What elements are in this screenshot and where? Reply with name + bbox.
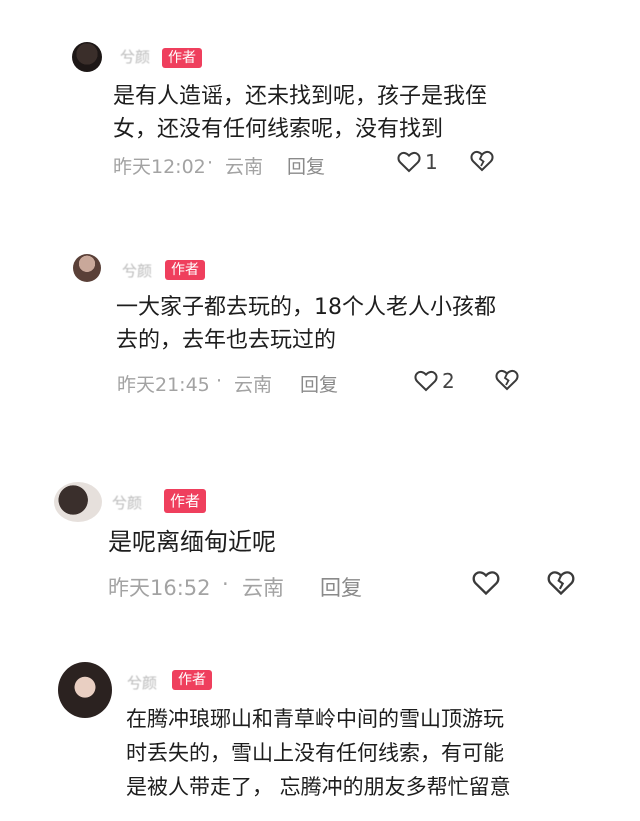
timestamp: 昨天16:52 [108, 576, 211, 600]
heart-outline-icon [414, 370, 438, 392]
comment-list: 兮颜 作者 是有人造谣，还未找到呢，孩子是我侄 女，还没有任何线索呢，没有找到 … [0, 0, 640, 821]
broken-heart-icon[interactable] [470, 150, 494, 172]
comment-text-line: 一大家子都去玩的，18个人老人小孩都 [116, 295, 496, 320]
location: 云南 [242, 576, 284, 600]
meta-separator: · [207, 152, 214, 174]
timestamp: 昨天21:45 [117, 374, 210, 396]
author-badge: 作者 [164, 489, 207, 513]
timestamp: 昨天12:02 [113, 156, 206, 178]
author-badge: 作者 [165, 260, 205, 280]
broken-heart-icon[interactable] [547, 570, 575, 596]
comment-text-line: 是呢离缅甸近呢 [108, 528, 276, 556]
heart-outline-icon [397, 151, 421, 173]
comment-text-line: 是被人带走了， 忘腾冲的朋友多帮忙留意 [126, 775, 511, 799]
comment-item-4: 兮颜 作者 在腾冲琅琊山和青草岭中间的雪山顶游玩 时丢失的，雪山上没有任何线索，… [0, 650, 640, 821]
comment-text: 是有人造谣，还未找到呢，孩子是我侄 女，还没有任何线索呢，没有找到 [113, 80, 487, 146]
like-button[interactable] [472, 570, 504, 596]
location: 云南 [225, 156, 264, 178]
like-count: 1 [425, 150, 438, 174]
avatar[interactable] [73, 254, 101, 282]
avatar[interactable] [72, 42, 102, 72]
comment-text: 一大家子都去玩的，18个人老人小孩都 去的，去年也去玩过的 [116, 291, 496, 357]
heart-outline-icon [472, 570, 500, 596]
avatar[interactable] [58, 662, 112, 718]
avatar[interactable] [54, 482, 102, 522]
meta-separator: · [222, 572, 229, 596]
comment-item-3: 兮颜 作者 是呢离缅甸近呢 昨天16:52 · 云南 回复 [0, 470, 640, 630]
like-button[interactable]: 1 [397, 150, 438, 174]
reply-button[interactable]: 回复 [287, 152, 325, 179]
nickname[interactable]: 兮颜 [127, 672, 157, 693]
comment-text: 在腾冲琅琊山和青草岭中间的雪山顶游玩 时丢失的，雪山上没有任何线索，有可能 是被… [126, 702, 511, 804]
reply-button[interactable]: 回复 [300, 370, 338, 397]
author-badge: 作者 [172, 670, 212, 690]
comment-text-line: 是有人造谣，还未找到呢，孩子是我侄 [113, 84, 488, 109]
like-count: 2 [442, 369, 455, 393]
location: 云南 [234, 374, 273, 396]
broken-heart-icon[interactable] [495, 369, 519, 391]
nickname[interactable]: 兮颜 [120, 46, 150, 67]
comment-text-line: 在腾冲琅琊山和青草岭中间的雪山顶游玩 [126, 707, 504, 731]
comment-text-line: 女，还没有任何线索呢，没有找到 [113, 117, 444, 142]
comment-text-line: 去的，去年也去玩过的 [116, 328, 337, 353]
nickname[interactable]: 兮颜 [112, 492, 142, 513]
author-badge: 作者 [162, 48, 202, 68]
comment-item-2: 兮颜 作者 一大家子都去玩的，18个人老人小孩都 去的，去年也去玩过的 昨天21… [0, 230, 640, 420]
like-button[interactable]: 2 [414, 369, 455, 393]
comment-text-line: 时丢失的，雪山上没有任何线索，有可能 [126, 741, 504, 765]
meta-separator: · [216, 370, 223, 392]
comment-item-1: 兮颜 作者 是有人造谣，还未找到呢，孩子是我侄 女，还没有任何线索呢，没有找到 … [0, 0, 640, 200]
reply-button[interactable]: 回复 [320, 572, 362, 602]
comment-text: 是呢离缅甸近呢 [108, 526, 276, 559]
nickname[interactable]: 兮颜 [122, 260, 152, 281]
